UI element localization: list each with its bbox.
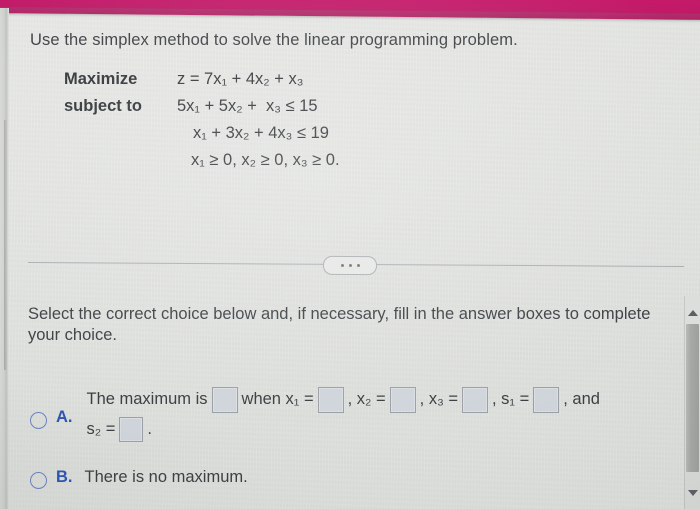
choice-a-s2-text: s₂ =: [86, 419, 116, 438]
problem-content: Use the simplex method to solve the line…: [0, 0, 700, 509]
choice-a-letter: A.: [56, 408, 73, 426]
divider-ellipsis-button[interactable]: [322, 255, 378, 276]
radio-button-a[interactable]: [30, 412, 47, 429]
choice-a-when-text: when x₁ =: [241, 390, 314, 408]
dot-icon-1: [340, 263, 344, 267]
choice-b-label: There is no maximum.: [84, 468, 248, 486]
choice-a[interactable]: A. The maximum is when x₁ = , x₂ = , x₃ …: [30, 385, 680, 444]
answer-box-x1[interactable]: [317, 386, 344, 413]
chevron-down-icon: [687, 490, 698, 496]
choice-a-line-1: The maximum is when x₁ = , x₂ = , x₃ = ,…: [87, 385, 600, 414]
choice-a-period: .: [147, 419, 152, 438]
chevron-up-icon: [687, 310, 698, 316]
maximize-label: Maximize: [64, 70, 138, 88]
constraint-row-2: x₁ + 3x₂ + 4x₃ ≤ 19: [64, 124, 340, 151]
scrollbar-thumb[interactable]: [686, 324, 699, 472]
scroll-down-button[interactable]: [685, 486, 700, 500]
dot-icon-3: [356, 264, 360, 268]
answer-box-maximum[interactable]: [211, 386, 238, 413]
constraint-expression-1: 5x₁ + 5x₂ + x₃ ≤ 15: [177, 97, 318, 115]
answer-box-x2[interactable]: [389, 386, 416, 413]
screenshot-page: Use the simplex method to solve the line…: [0, 0, 700, 509]
scroll-up-button[interactable]: [685, 306, 700, 320]
constraint-expression-2: x₁ + 3x₂ + 4x₃ ≤ 19: [193, 124, 329, 142]
objective-expression: z = 7x₁ + 4x₂ + x₃: [177, 70, 304, 88]
nonnegativity-expression: x₁ ≥ 0, x₂ ≥ 0, x₃ ≥ 0.: [191, 151, 340, 169]
radio-button-b[interactable]: [30, 472, 47, 489]
choice-b-letter: B.: [56, 468, 73, 486]
choice-b[interactable]: B. There is no maximum.: [30, 468, 430, 489]
objective-row: Maximize z = 7x₁ + 4x₂ + x₃: [64, 70, 340, 97]
constraint-row-1: subject to 5x₁ + 5x₂ + x₃ ≤ 15: [64, 97, 340, 124]
answer-box-x3[interactable]: [462, 386, 489, 413]
constraint-row-3: x₁ ≥ 0, x₂ ≥ 0, x₃ ≥ 0.: [64, 151, 340, 178]
question-intro-text: Use the simplex method to solve the line…: [30, 31, 518, 49]
answer-box-s2[interactable]: [119, 416, 144, 442]
choice-a-tail-text: , and: [563, 390, 600, 408]
choice-a-x3-text: , x₃ =: [419, 390, 459, 408]
choice-a-s1-text: , s₁ =: [492, 390, 530, 408]
math-block: Maximize z = 7x₁ + 4x₂ + x₃ subject to 5…: [64, 70, 340, 178]
subject-to-label: subject to: [64, 97, 142, 115]
dot-icon-2: [348, 263, 352, 268]
choice-a-x2-text: , x₂ =: [347, 390, 386, 408]
choice-a-lead-text: The maximum is: [86, 390, 208, 408]
choice-a-body: The maximum is when x₁ = , x₂ = , x₃ = ,…: [87, 385, 600, 444]
vertical-scrollbar[interactable]: [684, 296, 700, 509]
instructions-text: Select the correct choice below and, if …: [28, 305, 651, 344]
choice-a-line-2: s₂ = .: [87, 414, 600, 444]
answer-box-s1[interactable]: [533, 386, 560, 413]
